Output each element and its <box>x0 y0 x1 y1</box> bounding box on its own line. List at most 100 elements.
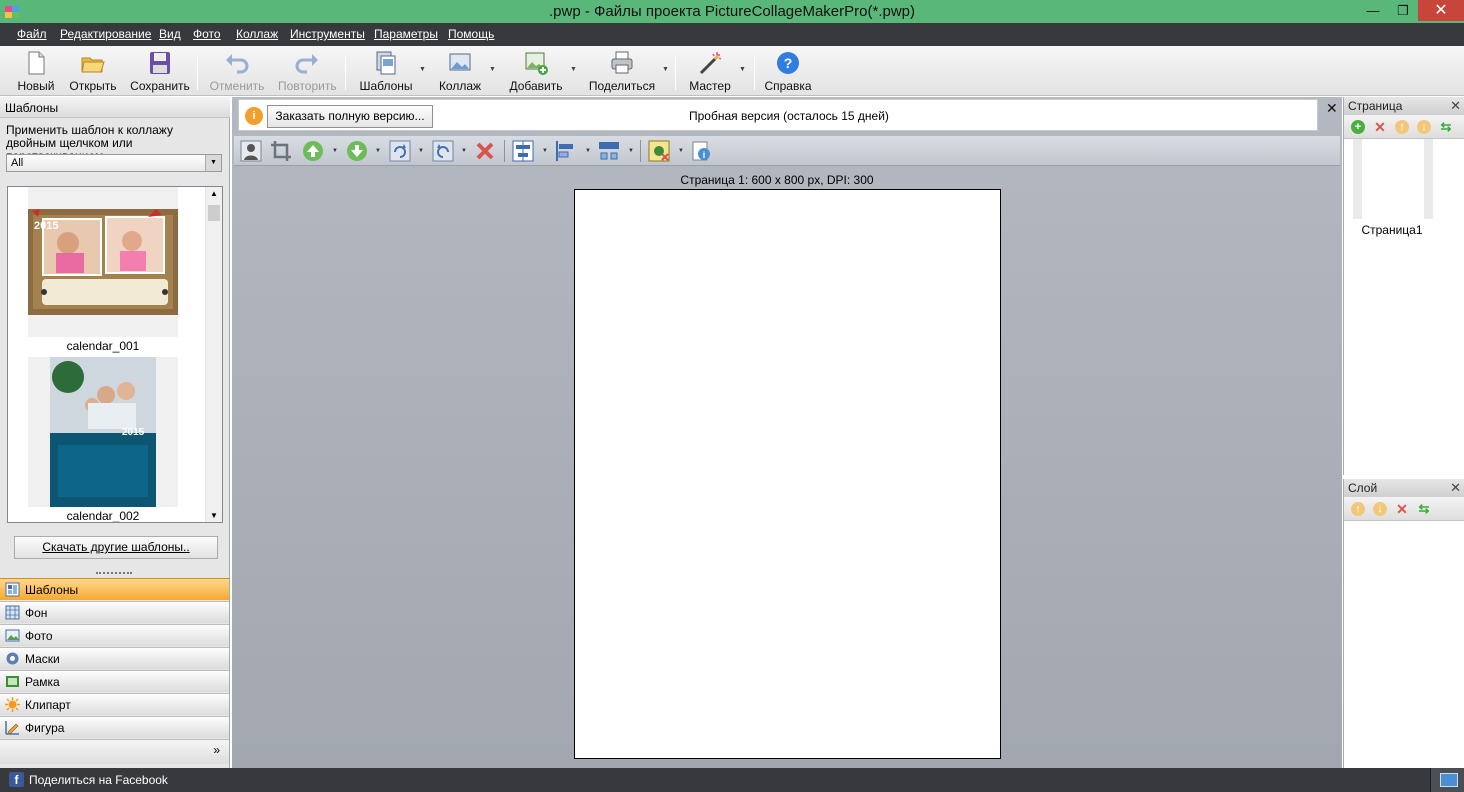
move-down-dropdown-arrow[interactable]: ▼ <box>375 148 381 154</box>
redo-button[interactable]: Повторить <box>278 50 337 93</box>
open-label: Открыть <box>69 79 117 93</box>
status-right-button[interactable] <box>1430 768 1464 792</box>
effects-icon[interactable] <box>648 140 670 162</box>
menu-view[interactable]: Вид <box>159 27 181 41</box>
facebook-icon[interactable]: f <box>9 772 24 787</box>
layer-panel-close-icon[interactable]: ✕ <box>1450 480 1461 496</box>
template-year-label: 2015 <box>34 220 58 232</box>
align-dropdown-arrow[interactable]: ▼ <box>542 148 548 154</box>
wizard-dropdown-arrow[interactable]: ▼ <box>739 66 746 73</box>
template-year-label: 2015 <box>122 427 145 438</box>
rotate-right-dropdown-arrow[interactable]: ▼ <box>418 148 424 154</box>
calendar-template-image: 2015 <box>28 209 178 315</box>
download-more-templates-button[interactable]: Скачать другие шаблоны.. <box>14 536 218 559</box>
maximize-button[interactable]: ❐ <box>1388 0 1418 21</box>
help-button[interactable]: ? Справка <box>763 50 813 93</box>
align-center-icon[interactable] <box>512 140 534 162</box>
templates-button[interactable]: Шаблоны <box>358 50 414 93</box>
move-page-up-icon[interactable]: ↑ <box>1395 120 1409 134</box>
minimize-button[interactable]: — <box>1358 0 1388 21</box>
share-button[interactable]: Поделиться <box>587 50 657 93</box>
nav-more-icon[interactable]: » <box>213 743 220 757</box>
move-page-down-icon[interactable]: ↓ <box>1417 120 1431 134</box>
nav-templates[interactable]: Шаблоны <box>0 578 229 600</box>
swap-pages-icon[interactable]: ⇆ <box>1439 120 1453 134</box>
nav-shape-label: Фигура <box>25 721 65 735</box>
template-filter-select[interactable]: All ▼ <box>6 154 222 172</box>
wizard-button[interactable]: Мастер <box>686 50 734 93</box>
delete-layer-icon[interactable]: ✕ <box>1395 502 1409 516</box>
template-thumb-calendar-001[interactable]: 2015 <box>28 187 178 337</box>
new-button[interactable]: Новый <box>16 50 56 93</box>
nav-overflow[interactable]: » <box>0 739 229 764</box>
template-list-scrollbar[interactable]: ▲ ▼ <box>205 187 222 522</box>
menu-file[interactable]: Файл <box>17 27 47 41</box>
collage-button[interactable]: Коллаж <box>434 50 486 93</box>
nav-frame[interactable]: Рамка <box>0 670 229 692</box>
menu-help[interactable]: Помощь <box>448 27 494 41</box>
close-window-button[interactable]: ✕ <box>1418 0 1464 21</box>
person-icon[interactable] <box>240 140 262 162</box>
order-full-version-button[interactable]: Заказать полную версию... <box>267 105 433 128</box>
add-dropdown-arrow[interactable]: ▼ <box>570 66 577 73</box>
align-left-dropdown-arrow[interactable]: ▼ <box>585 148 591 154</box>
crop-icon[interactable] <box>270 140 292 162</box>
clipart-sun-icon <box>5 697 20 712</box>
effects-dropdown-arrow[interactable]: ▼ <box>678 148 684 154</box>
rotate-left-dropdown-arrow[interactable]: ▼ <box>461 148 467 154</box>
collage-label: Коллаж <box>438 79 482 93</box>
collage-dropdown-arrow[interactable]: ▼ <box>489 66 496 73</box>
layer-up-icon[interactable]: ↑ <box>1351 502 1365 516</box>
distribute-dropdown-arrow[interactable]: ▼ <box>628 148 634 154</box>
rotate-left-icon[interactable] <box>432 140 454 162</box>
layer-panel-header: Слой ✕ <box>1344 479 1464 497</box>
menu-settings[interactable]: Параметры <box>374 27 438 41</box>
align-left-icon[interactable] <box>555 140 577 162</box>
printer-icon <box>611 51 633 74</box>
nav-background[interactable]: Фон <box>0 601 229 623</box>
move-down-icon[interactable] <box>346 140 368 162</box>
new-document-icon <box>28 51 45 75</box>
menu-collage[interactable]: Коллаж <box>236 27 278 41</box>
nav-shape[interactable]: Фигура <box>0 716 229 738</box>
swap-layers-icon[interactable]: ⇆ <box>1417 502 1431 516</box>
share-facebook-link[interactable]: Поделиться на Facebook <box>29 773 168 787</box>
page-panel-close-icon[interactable]: ✕ <box>1450 98 1461 114</box>
delete-page-icon[interactable]: ✕ <box>1373 120 1387 134</box>
layer-down-icon[interactable]: ↓ <box>1373 502 1387 516</box>
menu-tools[interactable]: Инструменты <box>290 27 365 41</box>
scroll-down-icon[interactable]: ▼ <box>206 511 222 520</box>
help-icon: ? <box>777 52 799 74</box>
nav-clipart[interactable]: Клипарт <box>0 693 229 715</box>
template-thumb-calendar-002[interactable]: 2015 <box>28 357 178 507</box>
background-grid-icon <box>5 605 20 620</box>
properties-icon[interactable]: i <box>690 140 712 162</box>
nav-frame-label: Рамка <box>25 675 60 689</box>
page-thumbnail[interactable] <box>1353 139 1433 219</box>
template-list[interactable]: 2015 calendar_001 2015 calendar_002 ▲ ▼ <box>7 186 223 523</box>
templates-dropdown-arrow[interactable]: ▼ <box>419 66 426 73</box>
panel-splitter-grip[interactable] <box>96 572 132 575</box>
move-up-dropdown-arrow[interactable]: ▼ <box>332 148 338 154</box>
delete-icon[interactable] <box>474 140 496 162</box>
status-bar: f Поделиться на Facebook <box>0 768 1464 792</box>
rotate-right-icon[interactable] <box>389 140 411 162</box>
move-up-icon[interactable] <box>302 140 324 162</box>
trial-close-button[interactable]: ✕ <box>1326 100 1338 117</box>
toolbar-separator <box>754 56 755 90</box>
add-page-icon[interactable]: + <box>1351 120 1365 134</box>
share-dropdown-arrow[interactable]: ▼ <box>662 66 669 73</box>
collage-page-canvas[interactable] <box>574 189 1001 759</box>
add-button[interactable]: Добавить <box>506 50 566 93</box>
open-button[interactable]: Открыть <box>68 50 118 93</box>
save-button[interactable]: Сохранить <box>130 50 190 93</box>
distribute-icon[interactable] <box>598 140 620 162</box>
nav-masks[interactable]: Маски <box>0 647 229 669</box>
scroll-up-icon[interactable]: ▲ <box>206 189 222 198</box>
undo-button[interactable]: Отменить <box>208 50 266 93</box>
scrollbar-thumb[interactable] <box>208 205 220 221</box>
menu-photo[interactable]: Фото <box>193 27 221 41</box>
nav-photo[interactable]: Фото <box>0 624 229 646</box>
chevron-down-icon[interactable]: ▼ <box>205 155 221 171</box>
menu-edit[interactable]: Редактирование <box>60 27 151 41</box>
